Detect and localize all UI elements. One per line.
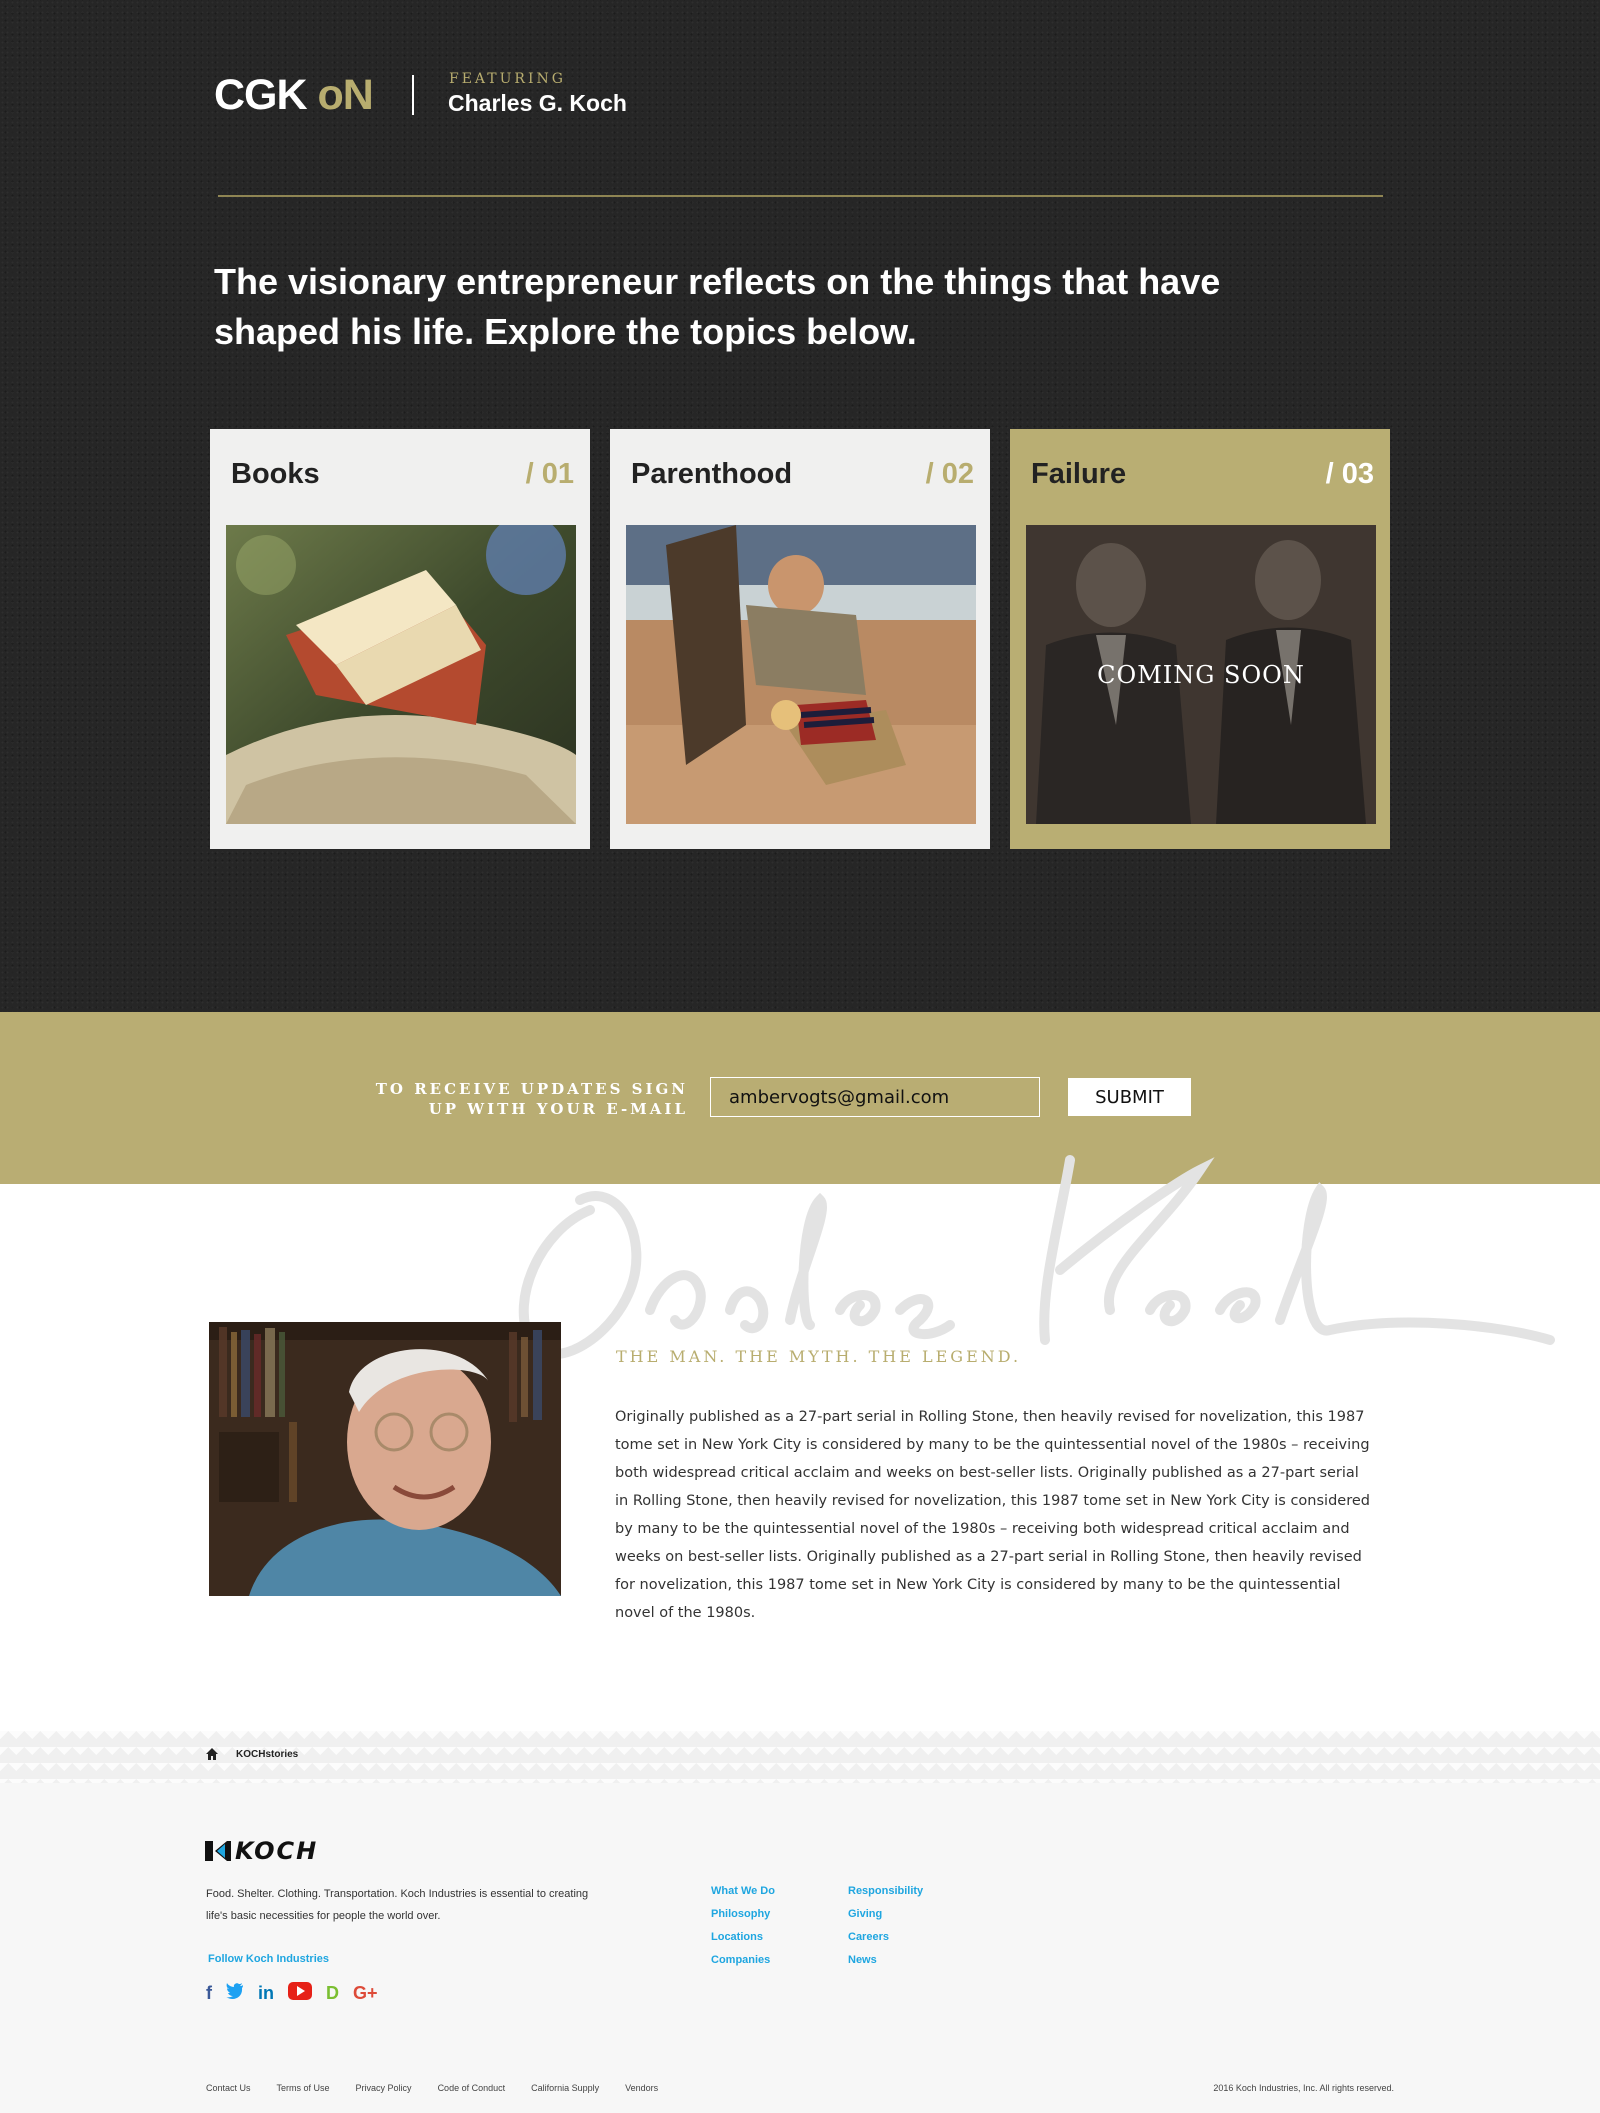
vine-icon[interactable]: D xyxy=(326,1983,339,2003)
home-icon[interactable] xyxy=(205,1747,219,1761)
about-bio: Originally published as a 27-part serial… xyxy=(615,1409,1370,1621)
footer-links-col1: What We Do Philosophy Locations Companie… xyxy=(711,1883,775,1969)
about-tagline: THE MAN. THE MYTH. THE LEGEND. xyxy=(616,1347,1022,1366)
legal-link-privacy[interactable]: Privacy Policy xyxy=(356,2083,412,2093)
hero-divider xyxy=(218,195,1383,197)
footer-description: Food. Shelter. Clothing. Transportation.… xyxy=(206,1888,589,1922)
two-men-photo: COMING SOON xyxy=(1026,525,1376,824)
topic-card-books[interactable]: Books / 01 xyxy=(210,429,590,849)
footer-link-locations[interactable]: Locations xyxy=(711,1929,775,1946)
copyright: 2016 Koch Industries, Inc. All rights re… xyxy=(1213,2083,1394,2093)
topic-number: / 03 xyxy=(1325,458,1374,490)
topic-number: / 01 xyxy=(525,458,574,490)
email-input[interactable] xyxy=(710,1077,1040,1117)
featured-name: Charles G. Koch xyxy=(448,90,627,116)
social-links: f in D G+ xyxy=(206,1982,378,2004)
topic-number: / 02 xyxy=(925,458,974,490)
page-headline: The visionary entrepreneur reflects on t… xyxy=(214,261,1221,352)
topic-card-parenthood[interactable]: Parenthood / 02 xyxy=(610,429,990,849)
legal-link-california[interactable]: California Supply xyxy=(531,2083,599,2093)
footer-link-giving[interactable]: Giving xyxy=(848,1906,923,1923)
topic-title: Books xyxy=(231,458,320,490)
footer-link-news[interactable]: News xyxy=(848,1952,923,1969)
charles-koch-portrait xyxy=(209,1322,561,1596)
topic-title: Failure xyxy=(1031,458,1127,490)
breadcrumb: KOCHstories xyxy=(0,1731,1600,1783)
google-plus-icon[interactable]: G+ xyxy=(353,1983,378,2003)
header-divider xyxy=(412,75,414,115)
legal-link-vendors[interactable]: Vendors xyxy=(625,2083,658,2093)
submit-button[interactable]: SUBMIT xyxy=(1068,1078,1191,1116)
charles-koch-signature xyxy=(518,1155,1555,1360)
linkedin-icon[interactable]: in xyxy=(258,1983,274,2003)
hero-section: CGK oN FEATURING Charles G. Koch The vis… xyxy=(0,0,1600,1012)
koch-mark-icon xyxy=(205,1841,231,1861)
facebook-icon[interactable]: f xyxy=(206,1983,212,2003)
koch-logo[interactable]: KOCH xyxy=(205,1837,318,1865)
koch-wordmark: KOCH xyxy=(235,1837,319,1865)
cgk-on-logo[interactable]: CGK oN xyxy=(214,71,374,119)
coming-soon-overlay: COMING SOON xyxy=(1097,660,1305,689)
topic-title: Parenthood xyxy=(631,458,793,490)
book-photo xyxy=(226,525,576,824)
logo-prefix: CGK xyxy=(214,71,308,119)
topic-card-failure[interactable]: Failure / 03 COMING SOON xyxy=(1010,429,1390,849)
legal-links: Contact Us Terms of Use Privacy Policy C… xyxy=(206,2083,658,2093)
signup-label: TO RECEIVE UPDATES SIGN UP WITH YOUR E-M… xyxy=(368,1079,688,1119)
youtube-icon[interactable] xyxy=(288,1982,312,2004)
signup-label-line1: TO RECEIVE UPDATES SIGN xyxy=(375,1080,688,1098)
signup-label-line2: UP WITH YOUR E-MAIL xyxy=(428,1100,688,1118)
twitter-icon[interactable] xyxy=(226,1983,244,2003)
legal-link-conduct[interactable]: Code of Conduct xyxy=(438,2083,506,2093)
legal-link-terms[interactable]: Terms of Use xyxy=(277,2083,330,2093)
breadcrumb-label[interactable]: KOCHstories xyxy=(236,1749,298,1760)
footer-links-col2: Responsibility Giving Careers News xyxy=(848,1883,923,1969)
footer-link-companies[interactable]: Companies xyxy=(711,1952,775,1969)
legal-link-contact[interactable]: Contact Us xyxy=(206,2083,251,2093)
footer-link-what-we-do[interactable]: What We Do xyxy=(711,1883,775,1900)
follow-label: Follow Koch Industries xyxy=(208,1953,330,1965)
logo-suffix: oN xyxy=(317,71,374,119)
featuring-label: FEATURING xyxy=(449,71,566,87)
beach-family-photo xyxy=(626,525,976,824)
footer-link-philosophy[interactable]: Philosophy xyxy=(711,1906,775,1923)
site-footer: KOCH Food. Shelter. Clothing. Transporta… xyxy=(0,1783,1600,2113)
footer-link-responsibility[interactable]: Responsibility xyxy=(848,1883,923,1900)
footer-link-careers[interactable]: Careers xyxy=(848,1929,923,1946)
